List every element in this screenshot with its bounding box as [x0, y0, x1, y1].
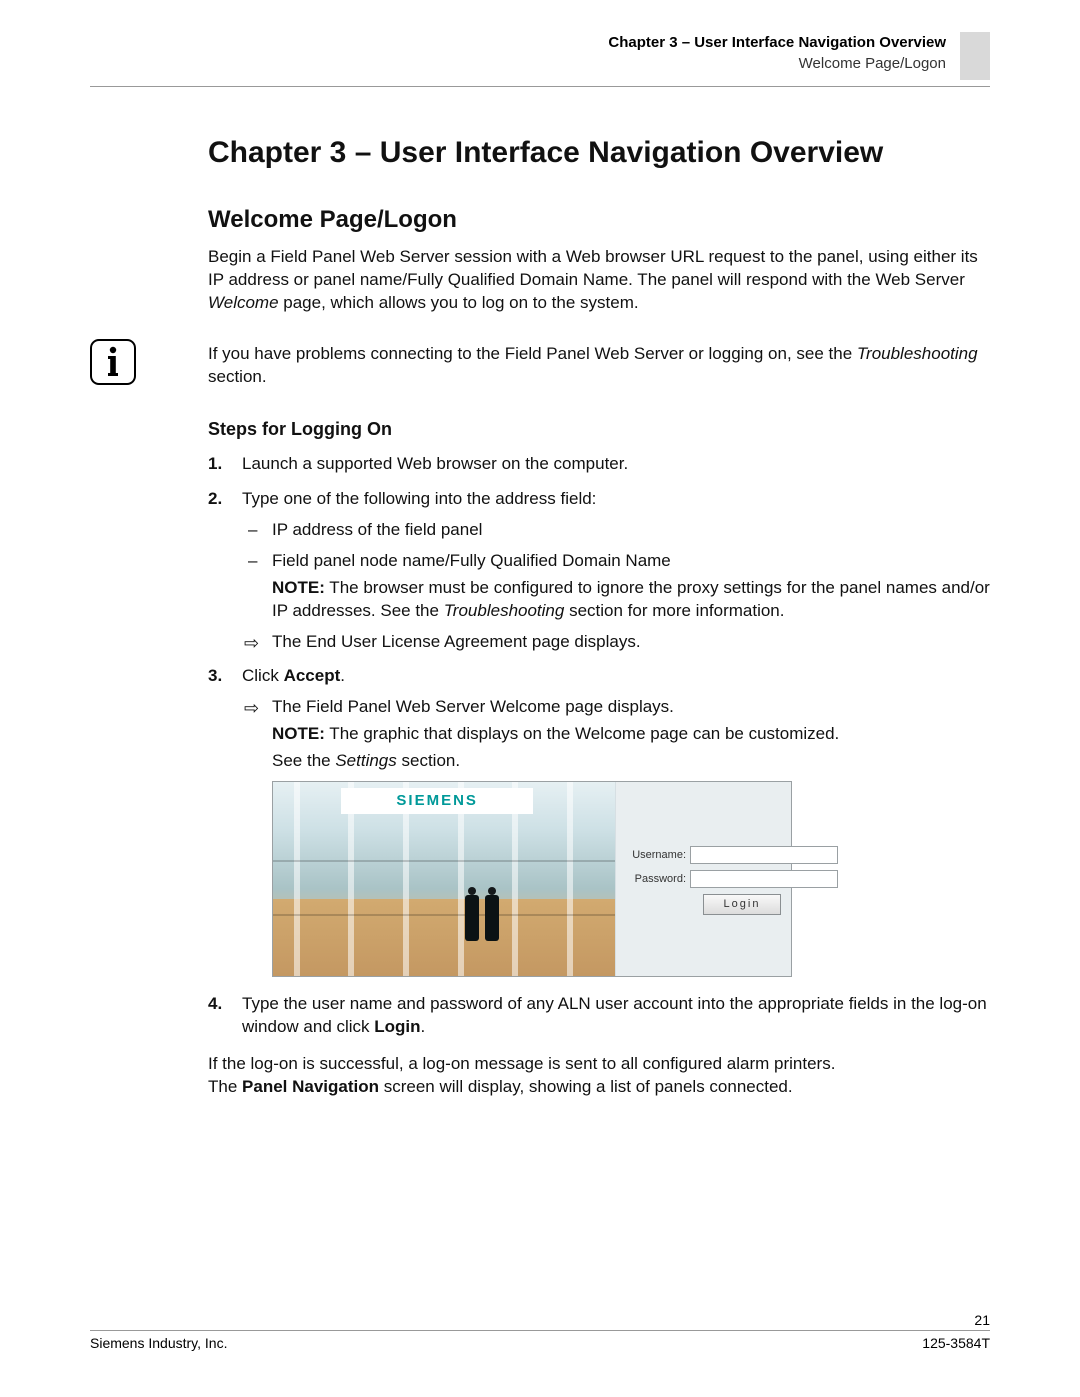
step-2b-note-em: Troubleshooting — [444, 601, 565, 620]
info-note-text: If you have problems connecting to the F… — [208, 343, 990, 389]
footer-rule — [90, 1330, 990, 1331]
step-2a-text: IP address of the field panel — [272, 520, 482, 539]
note-post: section. — [208, 367, 267, 386]
step-2b-note-label: NOTE: — [272, 578, 325, 597]
step-3-note-label: NOTE: — [272, 724, 325, 743]
running-header-chapter: Chapter 3 – User Interface Navigation Ov… — [608, 32, 946, 53]
after2-pre: The — [208, 1077, 242, 1096]
steps-list: Launch a supported Web browser on the co… — [208, 453, 990, 1039]
step-3-result-text: The Field Panel Web Server Welcome page … — [272, 697, 674, 716]
chapter-title: Chapter 3 – User Interface Navigation Ov… — [208, 133, 990, 174]
login-button[interactable]: Login — [703, 894, 781, 915]
step-4: Type the user name and password of any A… — [208, 993, 990, 1039]
step-3-post: . — [340, 666, 345, 685]
step-2: Type one of the following into the addre… — [208, 488, 990, 654]
step-3-note: NOTE: The graphic that displays on the W… — [272, 723, 990, 746]
after-step-paragraph-1: If the log-on is successful, a log-on me… — [208, 1053, 990, 1076]
document-page: Chapter 3 – User Interface Navigation Ov… — [0, 0, 1080, 1397]
header-marker-block — [960, 32, 990, 80]
step-4-bold: Login — [374, 1017, 420, 1036]
password-label: Password: — [626, 872, 686, 887]
info-icon — [90, 339, 136, 385]
step-2-sublist: IP address of the field panel Field pane… — [242, 519, 990, 654]
screenshot-photo: SIEMENS — [273, 782, 615, 976]
info-note: If you have problems connecting to the F… — [208, 343, 990, 389]
username-row: Username: — [626, 846, 781, 864]
header-rule — [90, 86, 990, 87]
intro-paragraph: Begin a Field Panel Web Server session w… — [208, 246, 990, 315]
intro-text-pre: Begin a Field Panel Web Server session w… — [208, 247, 978, 289]
siemens-logo: SIEMENS — [341, 788, 533, 814]
username-label: Username: — [626, 848, 686, 863]
step-3-result: The Field Panel Web Server Welcome page … — [242, 696, 990, 977]
step-3-note-body: The graphic that displays on the Welcome… — [325, 724, 839, 743]
step-2b-note-body-post: section for more information. — [564, 601, 784, 620]
steps-heading: Steps for Logging On — [208, 417, 990, 441]
section-title: Welcome Page/Logon — [208, 204, 990, 236]
step-3-see-pre: See the — [272, 751, 335, 770]
step-2b-note: NOTE: The browser must be configured to … — [272, 577, 990, 623]
page-number: 21 — [90, 1312, 990, 1328]
content-area: Chapter 3 – User Interface Navigation Ov… — [208, 133, 990, 1099]
intro-text-post: page, which allows you to log on to the … — [279, 293, 639, 312]
login-panel: Username: Password: Login — [615, 782, 791, 976]
screenshot-body: SIEMENS Username: Password: — [273, 782, 791, 976]
step-3-see-post: section. — [397, 751, 460, 770]
password-input[interactable] — [690, 870, 838, 888]
running-header: Chapter 3 – User Interface Navigation Ov… — [90, 32, 990, 86]
after-step-paragraph-2: The Panel Navigation screen will display… — [208, 1076, 990, 1099]
after2-bold: Panel Navigation — [242, 1077, 379, 1096]
step-1: Launch a supported Web browser on the co… — [208, 453, 990, 476]
password-row: Password: — [626, 870, 781, 888]
step-1-text: Launch a supported Web browser on the co… — [242, 454, 628, 473]
step-3-pre: Click — [242, 666, 284, 685]
step-2a: IP address of the field panel — [242, 519, 990, 542]
step-3: Click Accept. The Field Panel Web Server… — [208, 665, 990, 977]
running-header-text: Chapter 3 – User Interface Navigation Ov… — [608, 32, 946, 74]
step-2-result: The End User License Agreement page disp… — [242, 631, 990, 654]
step-4-pre: Type the user name and password of any A… — [242, 994, 987, 1036]
welcome-screenshot: SIEMENS Username: Password: — [272, 781, 792, 977]
intro-welcome-em: Welcome — [208, 293, 279, 312]
after2-post: screen will display, showing a list of p… — [379, 1077, 793, 1096]
footer-doc-id: 125-3584T — [922, 1335, 990, 1351]
note-pre: If you have problems connecting to the F… — [208, 344, 857, 363]
step-3-sublist: The Field Panel Web Server Welcome page … — [242, 696, 990, 977]
step-2b-text: Field panel node name/Fully Qualified Do… — [272, 551, 671, 570]
note-em: Troubleshooting — [857, 344, 978, 363]
page-footer: 21 Siemens Industry, Inc. 125-3584T — [90, 1312, 990, 1351]
step-3-bold: Accept — [284, 666, 341, 685]
step-2b: Field panel node name/Fully Qualified Do… — [242, 550, 990, 623]
footer-company: Siemens Industry, Inc. — [90, 1335, 227, 1351]
running-header-section: Welcome Page/Logon — [608, 53, 946, 74]
step-2-result-text: The End User License Agreement page disp… — [272, 632, 641, 651]
username-input[interactable] — [690, 846, 838, 864]
step-2-text: Type one of the following into the addre… — [242, 489, 596, 508]
step-3-see: See the Settings section. — [272, 750, 990, 773]
step-3-see-em: Settings — [335, 751, 396, 770]
step-4-post: . — [421, 1017, 426, 1036]
